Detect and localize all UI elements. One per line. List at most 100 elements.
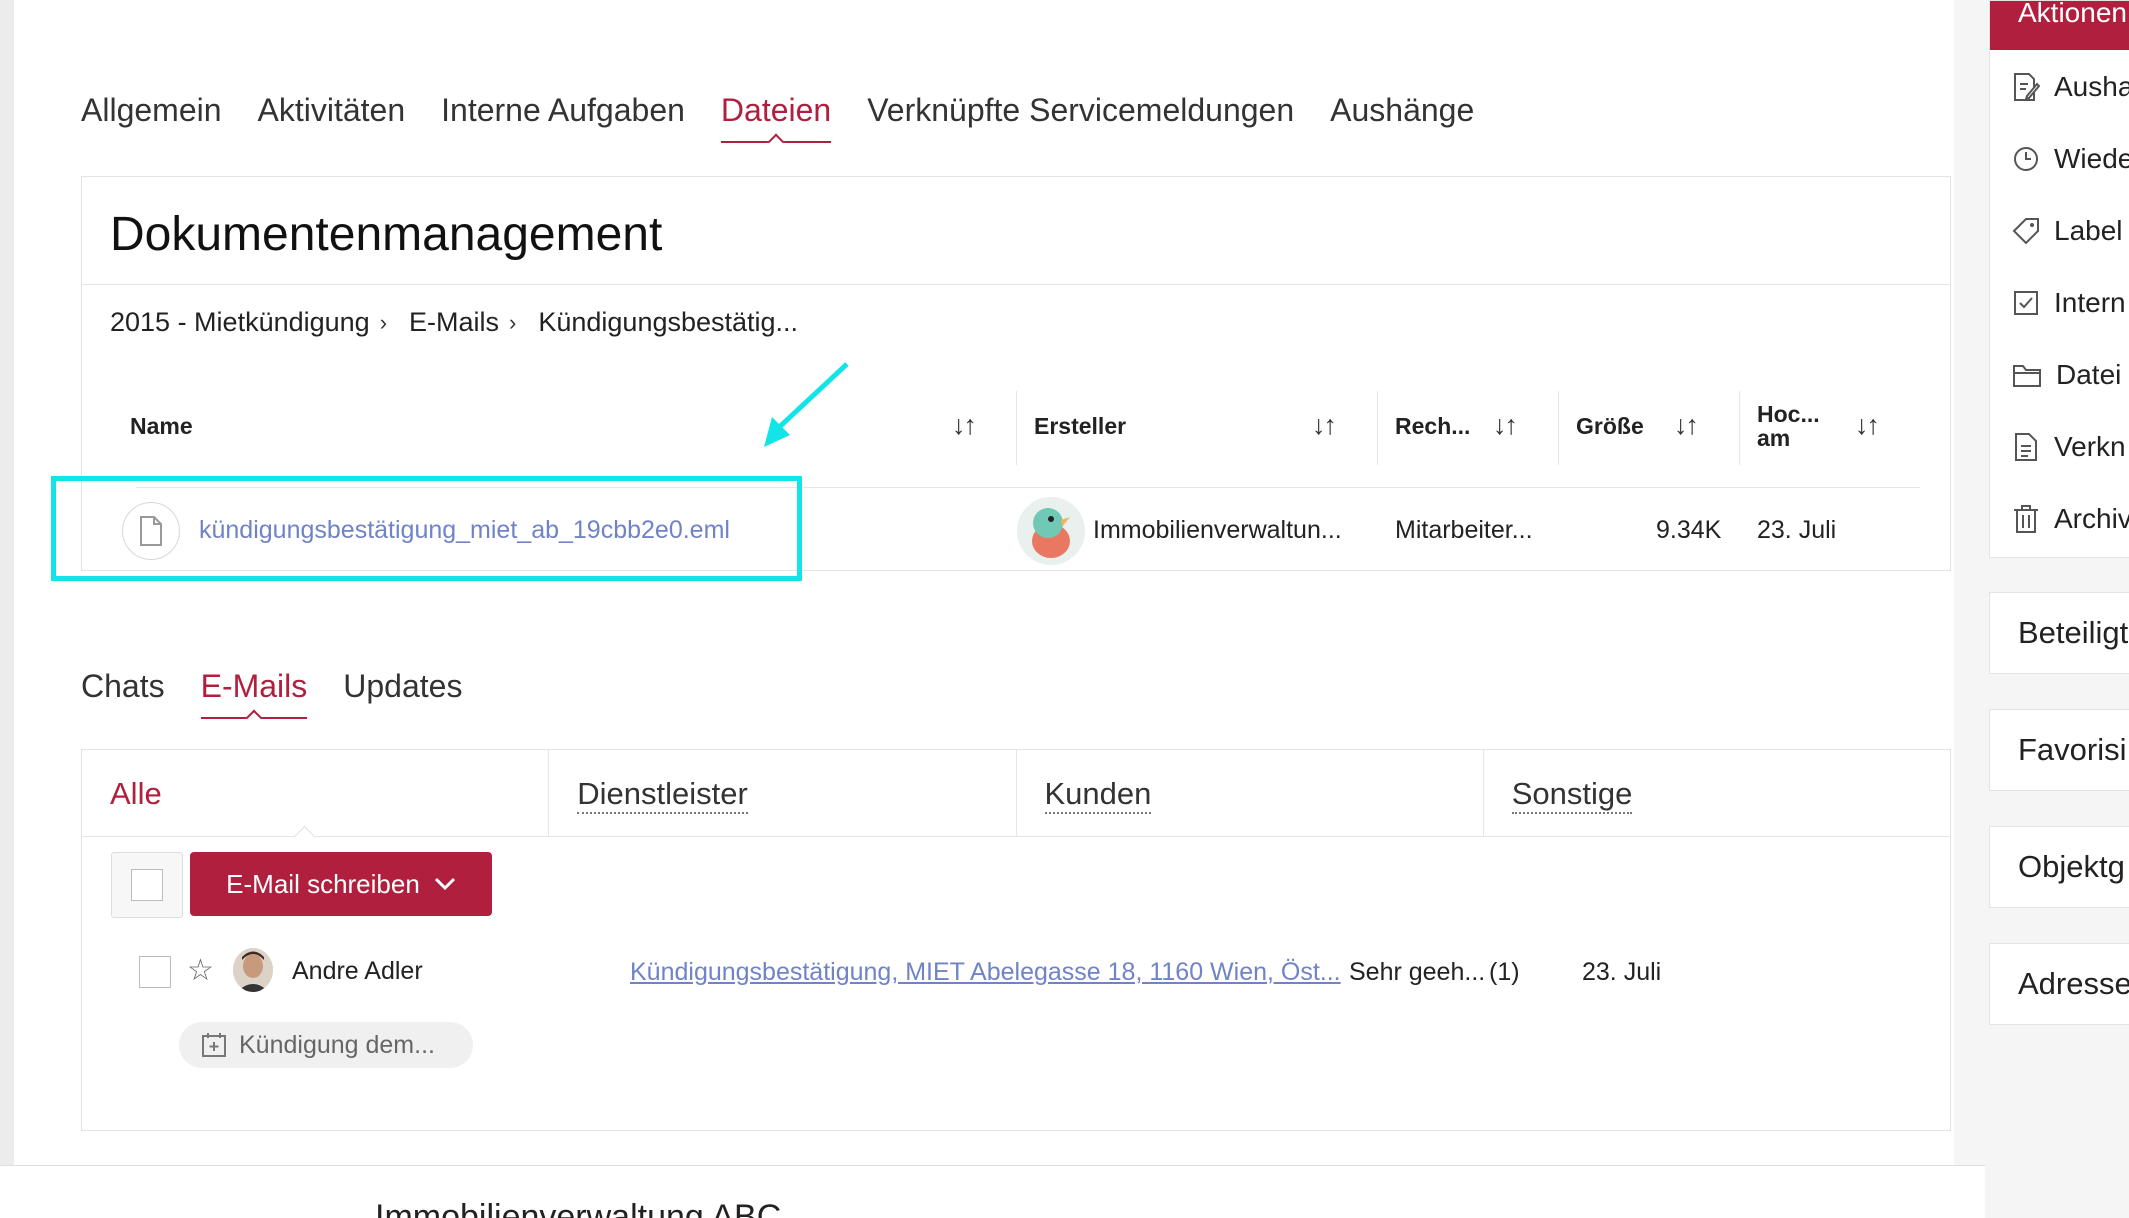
- filter-tab-label: Sonstige: [1511, 776, 1633, 814]
- sort-icon[interactable]: ↓↑: [1312, 410, 1337, 441]
- file-creator: Immobilienverwaltun...: [1093, 516, 1342, 544]
- email-date: 23. Juli: [1582, 958, 1662, 986]
- file-date: 23. Juli: [1757, 516, 1837, 544]
- email-tag-chip[interactable]: Kündigung dem...: [179, 1022, 473, 1068]
- checkbox-square: [131, 869, 163, 901]
- write-email-button[interactable]: E-Mail schreiben: [190, 852, 492, 916]
- column-divider: [1739, 391, 1740, 465]
- sidebar-section-favorisiert[interactable]: Favorisi: [1989, 709, 2129, 791]
- email-snippet: Sehr geeh...: [1349, 958, 1486, 986]
- sort-icon[interactable]: ↓↑: [1674, 410, 1699, 441]
- email-row-checkbox[interactable]: [139, 956, 171, 988]
- column-divider: [1558, 391, 1559, 465]
- tab-interne-aufgaben[interactable]: Interne Aufgaben: [441, 92, 685, 143]
- creator-avatar: [1017, 497, 1085, 565]
- action-datei[interactable]: Datei: [2012, 359, 2121, 391]
- sidebar-section-adresse[interactable]: Adresse: [1989, 943, 2129, 1025]
- tab-updates[interactable]: Updates: [343, 668, 462, 719]
- chevron-right-icon: ›: [379, 309, 388, 335]
- action-interne-aufgabe[interactable]: Intern: [2012, 287, 2126, 319]
- action-verknuepfen[interactable]: Verkn: [2012, 431, 2126, 463]
- sort-icon[interactable]: ↓↑: [1493, 410, 1518, 441]
- column-header-rights[interactable]: Rech...: [1395, 413, 1470, 440]
- action-label: Wiede: [2054, 143, 2129, 174]
- breadcrumb-item[interactable]: 2015 - Mietkündigung: [110, 307, 370, 338]
- checkbox-icon: [2014, 291, 2038, 315]
- document-management-title: Dokumentenmanagement: [110, 208, 663, 261]
- footer-company-name: Immobilienverwaltung ABC: [375, 1198, 782, 1218]
- annotation-arrow-icon: [764, 362, 849, 447]
- email-filter-tabs: Alle Dienstleister Kunden Sonstige: [82, 750, 1950, 837]
- action-label: Ausha: [2054, 71, 2129, 102]
- tag-icon: [2012, 218, 2039, 245]
- title-divider: [82, 284, 1950, 285]
- main-content: Allgemein Aktivitäten Interne Aufgaben D…: [14, 0, 1954, 1165]
- select-all-checkbox[interactable]: [111, 852, 183, 918]
- action-label: Datei: [2056, 359, 2122, 390]
- email-sender: Andre Adler: [292, 957, 423, 985]
- section-title: Objektg: [2018, 849, 2125, 884]
- column-header-name[interactable]: Name: [130, 413, 193, 440]
- highlight-box: [51, 476, 802, 581]
- action-aushang[interactable]: Ausha: [2012, 71, 2129, 103]
- tab-allgemein[interactable]: Allgemein: [81, 92, 222, 143]
- filter-tab-label: Kunden: [1044, 776, 1152, 814]
- detail-tabs: Allgemein Aktivitäten Interne Aufgaben D…: [81, 92, 1474, 143]
- actions-header: Aktionen: [1990, 0, 2129, 50]
- email-count: (1): [1489, 958, 1520, 986]
- actions-panel: Aktionen Ausha Wiede Label Intern Datei …: [1989, 0, 2129, 558]
- action-label-item[interactable]: Label: [2012, 215, 2123, 247]
- sort-icon[interactable]: ↓↑: [1855, 410, 1880, 441]
- section-title: Adresse: [2018, 966, 2129, 1001]
- section-title: Beteiligt: [2018, 615, 2129, 650]
- column-header-uploaded-line2: am: [1757, 425, 1791, 451]
- action-wiedervorlage[interactable]: Wiede: [2012, 143, 2129, 175]
- sidebar-section-beteiligte[interactable]: Beteiligt: [1989, 592, 2129, 674]
- trash-icon: [2014, 505, 2038, 533]
- tab-emails[interactable]: E-Mails: [200, 668, 308, 719]
- document-icon: [2015, 433, 2037, 461]
- action-label: Label: [2054, 215, 2123, 246]
- column-header-uploaded-line1: Hoc...: [1757, 401, 1820, 427]
- breadcrumb-item[interactable]: E-Mails: [409, 307, 499, 338]
- calendar-add-icon: [202, 1033, 226, 1057]
- tab-aushaenge[interactable]: Aushänge: [1330, 92, 1474, 143]
- star-icon[interactable]: ☆: [187, 953, 214, 988]
- chevron-down-icon: [434, 877, 455, 891]
- action-label: Intern: [2054, 287, 2126, 318]
- filter-tab-sonstige[interactable]: Sonstige: [1484, 750, 1950, 836]
- filter-tab-kunden[interactable]: Kunden: [1017, 750, 1484, 836]
- column-divider: [1377, 391, 1378, 465]
- file-rights: Mitarbeiter...: [1395, 516, 1533, 544]
- email-card: Alle Dienstleister Kunden Sonstige E-Mai…: [81, 749, 1951, 1131]
- filter-tab-dienstleister[interactable]: Dienstleister: [549, 750, 1017, 836]
- tab-aktivitaeten[interactable]: Aktivitäten: [258, 92, 406, 143]
- tab-verknuepfte-servicemeldungen[interactable]: Verknüpfte Servicemeldungen: [867, 92, 1294, 143]
- sort-icon[interactable]: ↓↑: [952, 410, 977, 441]
- clock-icon: [2014, 147, 2038, 171]
- footer: Immobilienverwaltung ABC: [0, 1165, 1985, 1218]
- column-header-uploaded[interactable]: Hoc... am: [1757, 402, 1820, 450]
- section-title: Favorisi: [2018, 732, 2127, 767]
- file-size: 9.34K: [1656, 516, 1722, 544]
- filter-tab-label: Dienstleister: [577, 776, 748, 814]
- sender-avatar: [233, 948, 273, 992]
- left-edge: [0, 0, 15, 1165]
- email-subject-link[interactable]: Kündigungsbestätigung, MIET Abelegasse 1…: [630, 958, 1341, 987]
- breadcrumb-item-current: Kündigungsbestätig...: [538, 307, 799, 337]
- column-divider: [1016, 391, 1017, 465]
- edit-document-icon: [2014, 73, 2040, 101]
- column-header-creator[interactable]: Ersteller: [1034, 413, 1126, 440]
- action-archivieren[interactable]: Archiv: [2012, 503, 2129, 535]
- column-header-size[interactable]: Größe: [1576, 413, 1644, 440]
- action-label: Archiv: [2054, 503, 2129, 534]
- tab-chats[interactable]: Chats: [81, 668, 165, 719]
- filter-tab-alle[interactable]: Alle: [82, 750, 550, 836]
- sidebar-section-objektgruppe[interactable]: Objektg: [1989, 826, 2129, 908]
- breadcrumb: 2015 - Mietkündigung › E-Mails › Kündigu…: [110, 307, 798, 338]
- email-tag-label: Kündigung dem...: [239, 1030, 435, 1059]
- action-label: Verkn: [2054, 431, 2126, 462]
- chevron-right-icon: ›: [509, 309, 517, 335]
- filter-tab-label: Alle: [110, 776, 162, 811]
- tab-dateien[interactable]: Dateien: [720, 92, 832, 143]
